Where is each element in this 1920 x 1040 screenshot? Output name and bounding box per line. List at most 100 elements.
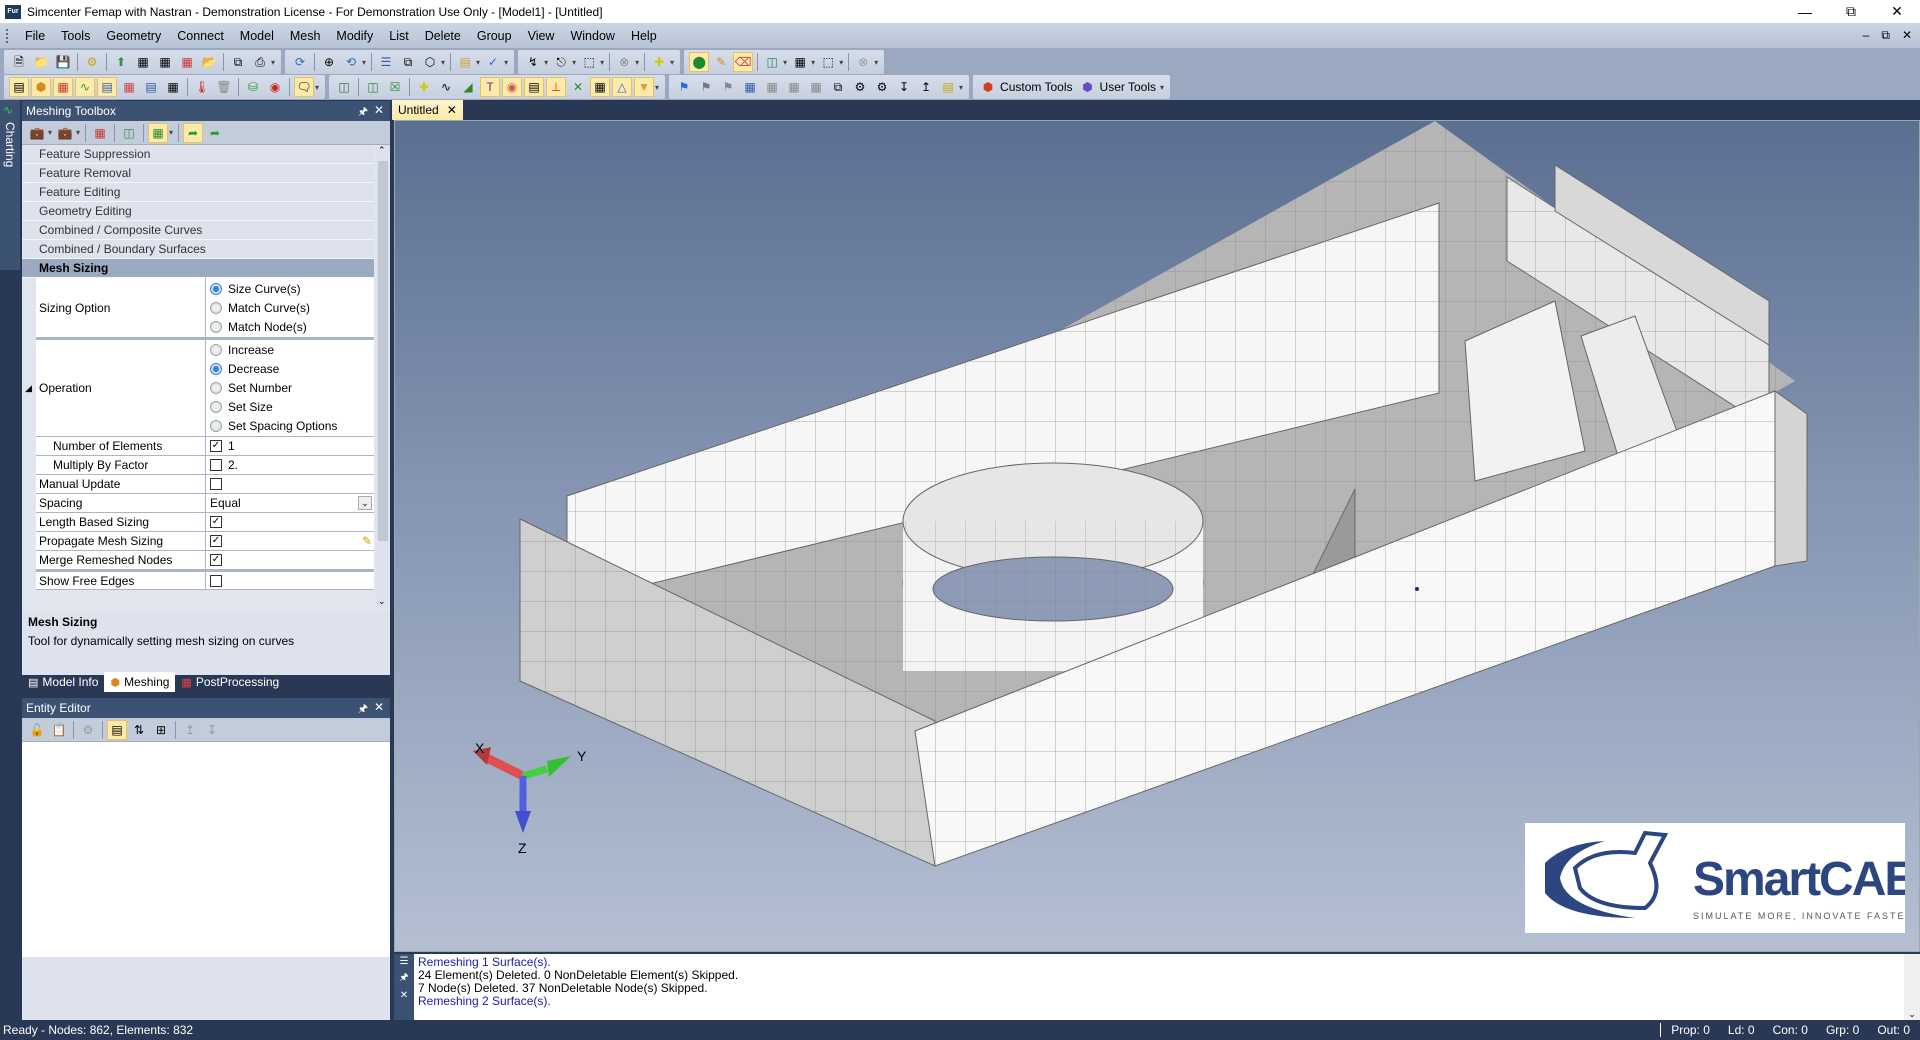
- radio-size-curves[interactable]: Size Curve(s): [210, 279, 374, 298]
- import-icon[interactable]: ⬆: [112, 53, 130, 71]
- download-icon[interactable]: ↧: [895, 78, 913, 96]
- select-curve-icon[interactable]: ↯: [524, 53, 542, 71]
- trash-icon[interactable]: 🗑: [215, 78, 233, 96]
- section-feature-removal[interactable]: Feature Removal: [22, 164, 374, 183]
- radio-set-size[interactable]: Set Size: [210, 398, 374, 417]
- user-tools-button[interactable]: User Tools: [1100, 80, 1156, 94]
- length-based-sizing-checkbox[interactable]: ✓: [210, 516, 222, 528]
- pin-icon[interactable]: 🖈: [358, 700, 368, 719]
- renumber-icon[interactable]: ◫: [335, 78, 353, 96]
- save-icon[interactable]: 💾: [54, 53, 72, 71]
- flag-spring-icon[interactable]: ⚑: [719, 78, 737, 96]
- spacing-select[interactable]: Equal ⌄: [206, 494, 374, 512]
- entity-editor-icon[interactable]: ▤: [97, 77, 117, 97]
- gear-paste-icon[interactable]: ⚙: [873, 78, 891, 96]
- close-icon[interactable]: ✕: [374, 103, 384, 117]
- record-icon[interactable]: ◉: [266, 78, 284, 96]
- meshing-toolbox-icon[interactable]: ⬢: [31, 77, 51, 97]
- open-folder-icon[interactable]: 📁: [32, 53, 50, 71]
- close-icon[interactable]: ✕: [400, 990, 408, 1001]
- select-box-icon[interactable]: ⬚: [580, 53, 598, 71]
- eraser-icon[interactable]: ⌫: [733, 52, 754, 72]
- menu-list[interactable]: List: [381, 29, 416, 43]
- charting-icon[interactable]: ∿: [75, 77, 95, 97]
- menu-file[interactable]: File: [17, 29, 53, 43]
- pencil-icon[interactable]: ✎: [712, 53, 730, 71]
- collapse-triangle-icon[interactable]: ◢: [25, 383, 32, 394]
- custom-tools-button[interactable]: Custom Tools: [1000, 80, 1072, 94]
- categorized-icon[interactable]: ▤: [107, 719, 127, 740]
- upload-icon[interactable]: ↥: [917, 78, 935, 96]
- section-feature-suppression[interactable]: Feature Suppression: [22, 145, 374, 164]
- export-grid-icon[interactable]: ▦: [156, 53, 174, 71]
- select-arrow-icon[interactable]: ➦: [183, 122, 204, 143]
- contour-icon[interactable]: ▦: [120, 78, 138, 96]
- folder-grid-icon[interactable]: 📂: [200, 53, 218, 71]
- section-geometry-editing[interactable]: Geometry Editing: [22, 202, 374, 221]
- radio-decrease[interactable]: Decrease: [210, 360, 374, 379]
- clipboard-icon[interactable]: 📋: [50, 721, 68, 739]
- tab-model-info[interactable]: ▤ Model Info: [22, 672, 104, 692]
- gears-icon[interactable]: ⚙: [83, 53, 101, 71]
- select-entity-icon[interactable]: ⎋: [552, 53, 570, 71]
- triangle-icon[interactable]: △: [612, 77, 633, 97]
- graph-icon[interactable]: ✓: [484, 53, 502, 71]
- text-icon[interactable]: T: [480, 77, 501, 97]
- menu-geometry[interactable]: Geometry: [98, 29, 169, 43]
- grid-dense-icon[interactable]: ▦: [807, 78, 825, 96]
- ruler-icon[interactable]: ▤: [456, 53, 474, 71]
- add-point-icon[interactable]: ✚: [650, 53, 668, 71]
- node-grid-icon[interactable]: ▦: [590, 77, 611, 97]
- tab-meshing[interactable]: ⬢ Meshing: [104, 672, 176, 692]
- property-icon[interactable]: ▤: [524, 77, 545, 97]
- point-icon[interactable]: ✚: [415, 78, 433, 96]
- thermometer-icon[interactable]: 🌡: [193, 78, 211, 96]
- radio-match-curves[interactable]: Match Curve(s): [210, 298, 374, 317]
- disabled-cancel-icon[interactable]: ⊗: [854, 53, 872, 71]
- dynamic-rotate-icon[interactable]: ⟲: [342, 53, 360, 71]
- toolbox-scrollbar[interactable]: ⌃ ⌄: [376, 145, 390, 607]
- curve-icon[interactable]: ∿: [437, 78, 455, 96]
- geometry-edit-icon[interactable]: ◫: [120, 124, 138, 142]
- draw-node-icon[interactable]: ⬤: [689, 52, 710, 72]
- close-button[interactable]: ✕: [1874, 0, 1920, 23]
- number-of-elements-checkbox[interactable]: ✓: [210, 440, 222, 452]
- copy-icon[interactable]: ⧉: [229, 53, 247, 71]
- menu-window[interactable]: Window: [562, 29, 622, 43]
- coord-icon[interactable]: ⊥: [546, 77, 567, 97]
- show-free-edges-checkbox[interactable]: [210, 574, 222, 587]
- element-icon[interactable]: ✕: [569, 78, 587, 96]
- grid-icon[interactable]: ▦: [741, 78, 759, 96]
- lock-icon[interactable]: 🔓: [28, 721, 46, 739]
- propagate-mesh-sizing-checkbox[interactable]: ✓: [210, 535, 222, 547]
- select-list-icon[interactable]: ➦: [206, 124, 224, 142]
- section-feature-editing[interactable]: Feature Editing: [22, 183, 374, 202]
- multiply-by-factor-checkbox[interactable]: [210, 459, 222, 471]
- color-grid-icon[interactable]: ▦: [178, 53, 196, 71]
- import-grid-icon[interactable]: ▦: [134, 53, 152, 71]
- calc-icon[interactable]: ⚙: [79, 721, 97, 739]
- chevron-down-icon[interactable]: ⌄: [358, 496, 372, 510]
- messages-icon[interactable]: 🗨: [294, 77, 314, 97]
- radio-set-number[interactable]: Set Number: [210, 379, 374, 398]
- flag-gray-icon[interactable]: ⚑: [697, 78, 715, 96]
- pin-icon[interactable]: 🖈: [399, 970, 408, 987]
- window-icon[interactable]: ⧉: [399, 53, 417, 71]
- print-icon[interactable]: ⎙: [251, 53, 269, 71]
- layers-icon[interactable]: ⛁: [244, 78, 262, 96]
- gear-copy-icon[interactable]: ⚙: [851, 78, 869, 96]
- rotate-icon[interactable]: ⟳: [291, 53, 309, 71]
- new-file-icon[interactable]: 🗎: [10, 53, 28, 71]
- solid-edit-icon[interactable]: ◫: [763, 53, 781, 71]
- multiply-by-factor-value[interactable]: 2.: [228, 458, 238, 472]
- solid-icon[interactable]: ◫: [364, 78, 382, 96]
- copy-window-icon[interactable]: ⧉: [829, 78, 847, 96]
- flag-icon[interactable]: ⚑: [675, 78, 693, 96]
- surface-icon[interactable]: ◢: [459, 78, 477, 96]
- section-composite-curves[interactable]: Combined / Composite Curves: [22, 221, 374, 240]
- radio-increase[interactable]: Increase: [210, 341, 374, 360]
- mdi-restore-button[interactable]: ⧉: [1881, 28, 1890, 43]
- menu-tools[interactable]: Tools: [53, 29, 98, 43]
- model-info-tree-icon[interactable]: ▤: [9, 77, 29, 97]
- number-of-elements-value[interactable]: 1: [228, 439, 235, 453]
